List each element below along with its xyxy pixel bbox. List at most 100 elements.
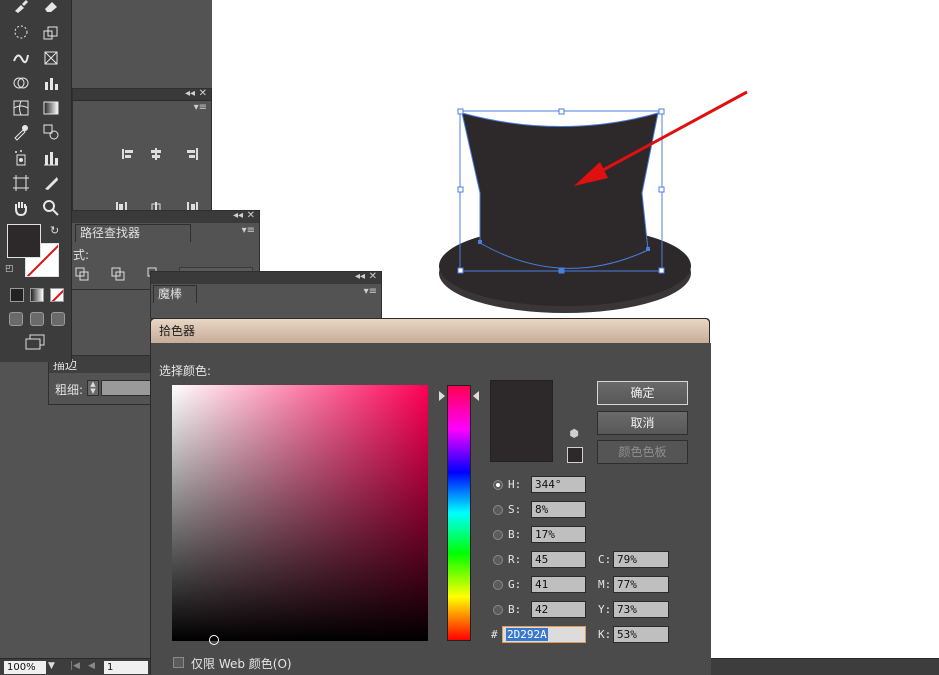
stroke-weight-label: 粗细: — [55, 383, 84, 397]
hue-slider-right-arrow[interactable] — [473, 391, 479, 401]
collapse-icon[interactable]: ◂◂ — [233, 210, 243, 221]
unite-icon[interactable] — [75, 267, 89, 281]
saturation-radio[interactable] — [493, 505, 503, 515]
slice-icon[interactable] — [40, 173, 62, 193]
close-icon[interactable]: ✕ — [247, 210, 255, 221]
stroke-weight-input[interactable] — [101, 380, 153, 396]
first-page-icon[interactable]: |◀ — [70, 661, 80, 671]
green-field[interactable]: 41 — [531, 576, 586, 593]
panel-menu-icon[interactable]: ▾≡ — [194, 102, 207, 113]
panel-menu-icon[interactable]: ▾≡ — [242, 225, 255, 236]
color-picker-dialog: 拾色器 选择颜色: ⬢ 确定 取消 颜色色板 H: 344° S: 8% B: … — [150, 318, 711, 675]
page-number-field[interactable]: 1 — [104, 661, 148, 674]
hex-value: 2D292A — [506, 628, 548, 641]
gradient-icon[interactable] — [40, 98, 62, 118]
cancel-button[interactable]: 取消 — [597, 411, 688, 435]
brightness-label: B: — [508, 528, 522, 541]
hue-slider[interactable] — [447, 385, 471, 641]
eyedropper-icon[interactable] — [10, 122, 32, 142]
tab-pathfinder-label: 路径查找器 — [80, 226, 141, 240]
zoom-level-field[interactable]: 100% — [4, 661, 46, 674]
shape-builder-icon[interactable] — [10, 73, 32, 93]
brightness-radio[interactable] — [493, 530, 503, 540]
blend-icon[interactable] — [40, 122, 62, 142]
blue-radio[interactable] — [493, 605, 503, 615]
red-field[interactable]: 45 — [531, 551, 586, 568]
hand-icon[interactable] — [10, 198, 32, 218]
hex-field[interactable]: 2D292A — [502, 626, 586, 643]
yellow-field[interactable]: 73% — [613, 601, 669, 618]
red-radio[interactable] — [493, 555, 503, 565]
symbol-sprayer-icon[interactable] — [10, 148, 32, 168]
saturation-brightness-field[interactable] — [172, 385, 428, 645]
cyan-field[interactable]: 79% — [613, 551, 669, 568]
web-colors-only-checkbox[interactable]: 仅限 Web 颜色(O) — [173, 655, 292, 672]
prev-page-icon[interactable]: ◀ — [88, 661, 95, 671]
ok-button[interactable]: 确定 — [597, 381, 688, 405]
dialog-title-bar[interactable]: 拾色器 — [151, 319, 709, 343]
color-swatches-button[interactable]: 颜色色板 — [597, 440, 688, 464]
collapse-icon[interactable]: ◂◂ — [355, 271, 365, 282]
screen-mode-icon[interactable] — [24, 334, 46, 350]
draw-behind-icon[interactable] — [30, 312, 44, 326]
scale-icon[interactable] — [40, 23, 62, 43]
align-panel: ◂◂ ✕ ▾≡ — [72, 88, 212, 228]
tools-panel: ↻ ◰ — [0, 0, 72, 362]
paintbrush-icon[interactable] — [10, 0, 32, 16]
brightness-field[interactable]: 17% — [531, 526, 586, 543]
align-left-icon[interactable] — [121, 147, 135, 161]
current-color-swatch — [490, 380, 553, 462]
column-graph-icon[interactable] — [40, 148, 62, 168]
annotation-arrow — [574, 90, 748, 186]
graph-icon[interactable] — [40, 73, 62, 93]
eraser-icon[interactable] — [40, 0, 62, 16]
out-of-gamut-cube-icon[interactable]: ⬢ — [567, 427, 581, 441]
minus-front-icon[interactable] — [111, 267, 125, 281]
tab-magic-wand[interactable]: 魔棒 — [153, 285, 197, 303]
color-field-cursor[interactable] — [209, 635, 219, 645]
hue-field[interactable]: 344° — [531, 476, 586, 493]
web-safe-color-swatch[interactable] — [567, 447, 583, 463]
align-center-icon[interactable] — [149, 147, 163, 161]
zoom-dropdown-icon[interactable]: ▼ — [48, 661, 55, 671]
collapse-icon[interactable]: ◂◂ — [185, 88, 195, 99]
draw-inside-icon[interactable] — [51, 312, 65, 326]
stroke-weight-stepper[interactable]: ▲ ▼ — [87, 380, 99, 396]
web-colors-only-box[interactable] — [173, 657, 184, 668]
blue-label: B: — [508, 603, 522, 616]
dialog-body: 选择颜色: ⬢ 确定 取消 颜色色板 H: 344° S: 8% B: 17% … — [151, 343, 711, 675]
blue-field[interactable]: 42 — [531, 601, 586, 618]
shape-modes-label: 式: — [73, 248, 90, 262]
gradient-mode-icon[interactable] — [30, 288, 44, 302]
green-label: G: — [508, 578, 522, 591]
panel-title-bar[interactable] — [151, 272, 381, 284]
align-right-icon[interactable] — [185, 147, 199, 161]
puppet-warp-icon[interactable] — [10, 48, 32, 68]
color-mode-icon[interactable] — [10, 288, 24, 302]
lasso-icon[interactable] — [10, 23, 32, 43]
draw-normal-icon[interactable] — [9, 312, 23, 326]
hue-slider-left-arrow[interactable] — [439, 391, 445, 401]
fill-color-swatch[interactable] — [7, 224, 41, 258]
black-field[interactable]: 53% — [613, 626, 669, 643]
swap-colors-icon[interactable]: ↻ — [50, 224, 59, 237]
saturation-label: S: — [508, 503, 522, 516]
tab-magic-wand-label: 魔棒 — [158, 287, 183, 301]
green-radio[interactable] — [493, 580, 503, 590]
free-transform-icon[interactable] — [40, 48, 62, 68]
default-colors-icon[interactable]: ◰ — [5, 264, 14, 274]
magenta-field[interactable]: 77% — [613, 576, 669, 593]
cyan-label: C: — [598, 553, 612, 566]
panel-title-bar[interactable] — [49, 211, 259, 223]
artboard-icon[interactable] — [10, 173, 32, 193]
panel-menu-icon[interactable]: ▾≡ — [364, 286, 377, 297]
none-mode-icon[interactable] — [50, 288, 64, 302]
zoom-icon[interactable] — [40, 198, 62, 218]
close-icon[interactable]: ✕ — [369, 271, 377, 282]
close-icon[interactable]: ✕ — [199, 88, 207, 99]
hue-radio[interactable] — [493, 480, 503, 490]
mesh-icon[interactable] — [10, 98, 32, 118]
saturation-field[interactable]: 8% — [531, 501, 586, 518]
black-label: K: — [598, 628, 612, 641]
tab-pathfinder[interactable]: 路径查找器 — [75, 224, 191, 242]
